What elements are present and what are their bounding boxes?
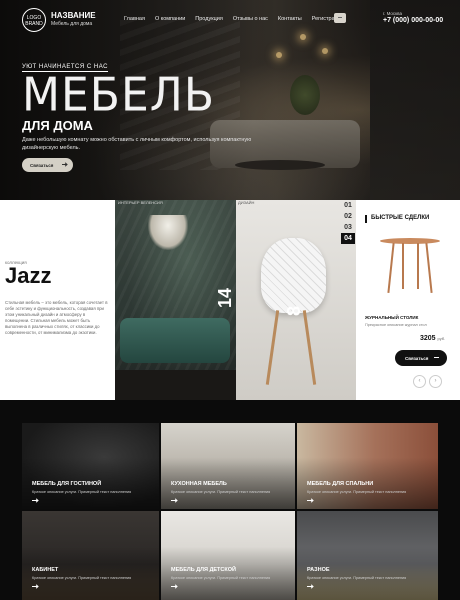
deal-arrows: ‹ › [413, 375, 442, 388]
nav-item-about[interactable]: О компании [155, 16, 185, 22]
nav-item-contacts[interactable]: Контакты [278, 16, 302, 22]
table-leg [425, 243, 433, 293]
pager-item[interactable]: 02 [341, 211, 355, 222]
slide-number: 14 [215, 287, 235, 308]
category-shade [22, 423, 159, 509]
category-shade [161, 423, 295, 509]
table-leg [402, 243, 404, 289]
category-card-living[interactable]: МЕБЕЛЬ ДЛЯ ГОСТИНОЙ Краткое описание усл… [22, 423, 159, 509]
pager-item-active[interactable]: 04 [341, 233, 355, 244]
menu-button[interactable] [334, 13, 346, 23]
arrow-right-icon [307, 500, 313, 501]
table-top [380, 238, 440, 244]
deal-contact-button[interactable]: Связаться [395, 350, 447, 366]
price-value: 3205 [420, 335, 436, 342]
category-card-kids[interactable]: МЕБЕЛЬ ДЛЯ ДЕТСКОЙ Краткое описание услу… [161, 511, 295, 600]
arrow-right-icon [171, 500, 177, 501]
arrow-right-icon [171, 586, 177, 587]
category-title: КАБИНЕТ [32, 567, 59, 573]
category-title: МЕБЕЛЬ ДЛЯ ГОСТИНОЙ [32, 481, 102, 487]
deal-product-subtitle: Прекрасное описание журнал стол [365, 323, 427, 327]
next-arrow-icon[interactable]: › [429, 375, 442, 388]
hero-subtitle: ДЛЯ ДОМА [22, 118, 93, 133]
slide-title: ДИЗАЙН [238, 200, 255, 205]
arrow-right-icon [32, 500, 38, 501]
phone-number[interactable]: +7 (000) 000-00-00 [383, 17, 443, 24]
category-title: РАЗНОЕ [307, 567, 330, 573]
brand-logo[interactable]: LOGO BRAND [22, 8, 46, 32]
white-chair-image [261, 238, 326, 313]
arrow-right-icon [434, 357, 439, 358]
deal-price: 3205 руб. [420, 335, 445, 342]
chair-leg [265, 310, 280, 385]
deal-product-name: ЖУРНАЛЬНЫЙ СТОЛИК [365, 315, 419, 320]
arrow-right-icon [62, 164, 67, 165]
category-desc: Краткое описание услуги. Примерный текст… [171, 490, 271, 494]
nav-item-products[interactable]: Продукция [195, 16, 223, 22]
hero-description: Даже небольшую комнату можно обставить с… [22, 137, 252, 151]
arrow-right-icon [32, 586, 38, 587]
collection-description: Стильная мебель – это мебель, которая со… [5, 300, 108, 335]
deal-contact-label: Связаться [405, 355, 429, 361]
category-desc: Краткое описание услуги. Примерный текст… [307, 490, 407, 494]
table-leg [417, 243, 419, 289]
nav-item-home[interactable]: Главная [124, 16, 145, 22]
category-desc: Краткое описание услуги. Примерный текст… [307, 576, 407, 580]
category-card-office[interactable]: КАБИНЕТ Краткое описание услуги. Примерн… [22, 511, 159, 600]
nav-item-reviews[interactable]: Отзывы о нас [233, 16, 268, 22]
category-desc: Краткое описание услуги. Примерный текст… [32, 576, 132, 580]
floor-image [115, 370, 236, 400]
collection-slide-living[interactable]: ИНТЕРЬЕР ВЕЛЕНСИЯ 14 [115, 200, 236, 400]
category-shade [22, 511, 159, 600]
category-shade [161, 511, 295, 600]
green-sofa-image [120, 318, 230, 363]
main-nav: Главная О компании Продукция Отзывы о на… [124, 16, 354, 22]
category-title: МЕБЕЛЬ ДЛЯ ДЕТСКОЙ [171, 567, 236, 573]
table-leg [387, 243, 395, 293]
collection-slide-chair[interactable]: ДИЗАЙН 8 [236, 200, 356, 400]
category-title: МЕБЕЛЬ ДЛЯ СПАЛЬНИ [307, 481, 374, 487]
category-desc: Краткое описание услуги. Примерный текст… [171, 576, 271, 580]
price-currency: руб. [437, 336, 446, 341]
prev-arrow-icon[interactable]: ‹ [413, 375, 426, 388]
chair-leg [302, 310, 317, 385]
arrow-right-icon [307, 586, 313, 587]
brand-name: НАЗВАНИЕ [51, 11, 96, 20]
category-card-kitchen[interactable]: КУХОННАЯ МЕБЕЛЬ Краткое описание услуги.… [161, 423, 295, 509]
slide-number: 8 [284, 305, 304, 316]
brand-subtitle: Мебель для дома [51, 21, 93, 27]
collection-name: Jazz [5, 263, 52, 288]
coffee-table-image[interactable] [380, 238, 440, 293]
quick-deals-title: БЫСТРЫЕ СДЕЛКИ [365, 215, 429, 223]
hero-contact-button[interactable]: Связаться [22, 158, 73, 172]
slide-title: ИНТЕРЬЕР ВЕЛЕНСИЯ [118, 200, 163, 205]
pager-item[interactable]: 03 [341, 222, 355, 233]
category-card-bedroom[interactable]: МЕБЕЛЬ ДЛЯ СПАЛЬНИ Краткое описание услу… [297, 423, 438, 509]
city-label: г. Москва [383, 11, 402, 16]
chandelier-image [148, 215, 188, 250]
menu-icon [338, 17, 342, 18]
category-card-misc[interactable]: РАЗНОЕ Краткое описание услуги. Примерны… [297, 511, 438, 600]
slide-pager: 01 02 03 04 [341, 200, 355, 244]
category-desc: Краткое описание услуги. Примерный текст… [32, 490, 132, 494]
hero-title: МЕБЕЛЬ [22, 68, 216, 123]
hero-contact-label: Связаться [30, 162, 54, 168]
category-shade [297, 511, 438, 600]
hero-banner: LOGO BRAND НАЗВАНИЕ Мебель для дома Глав… [0, 0, 460, 200]
category-shade [297, 423, 438, 509]
category-title: КУХОННАЯ МЕБЕЛЬ [171, 481, 227, 487]
pager-item[interactable]: 01 [341, 200, 355, 211]
